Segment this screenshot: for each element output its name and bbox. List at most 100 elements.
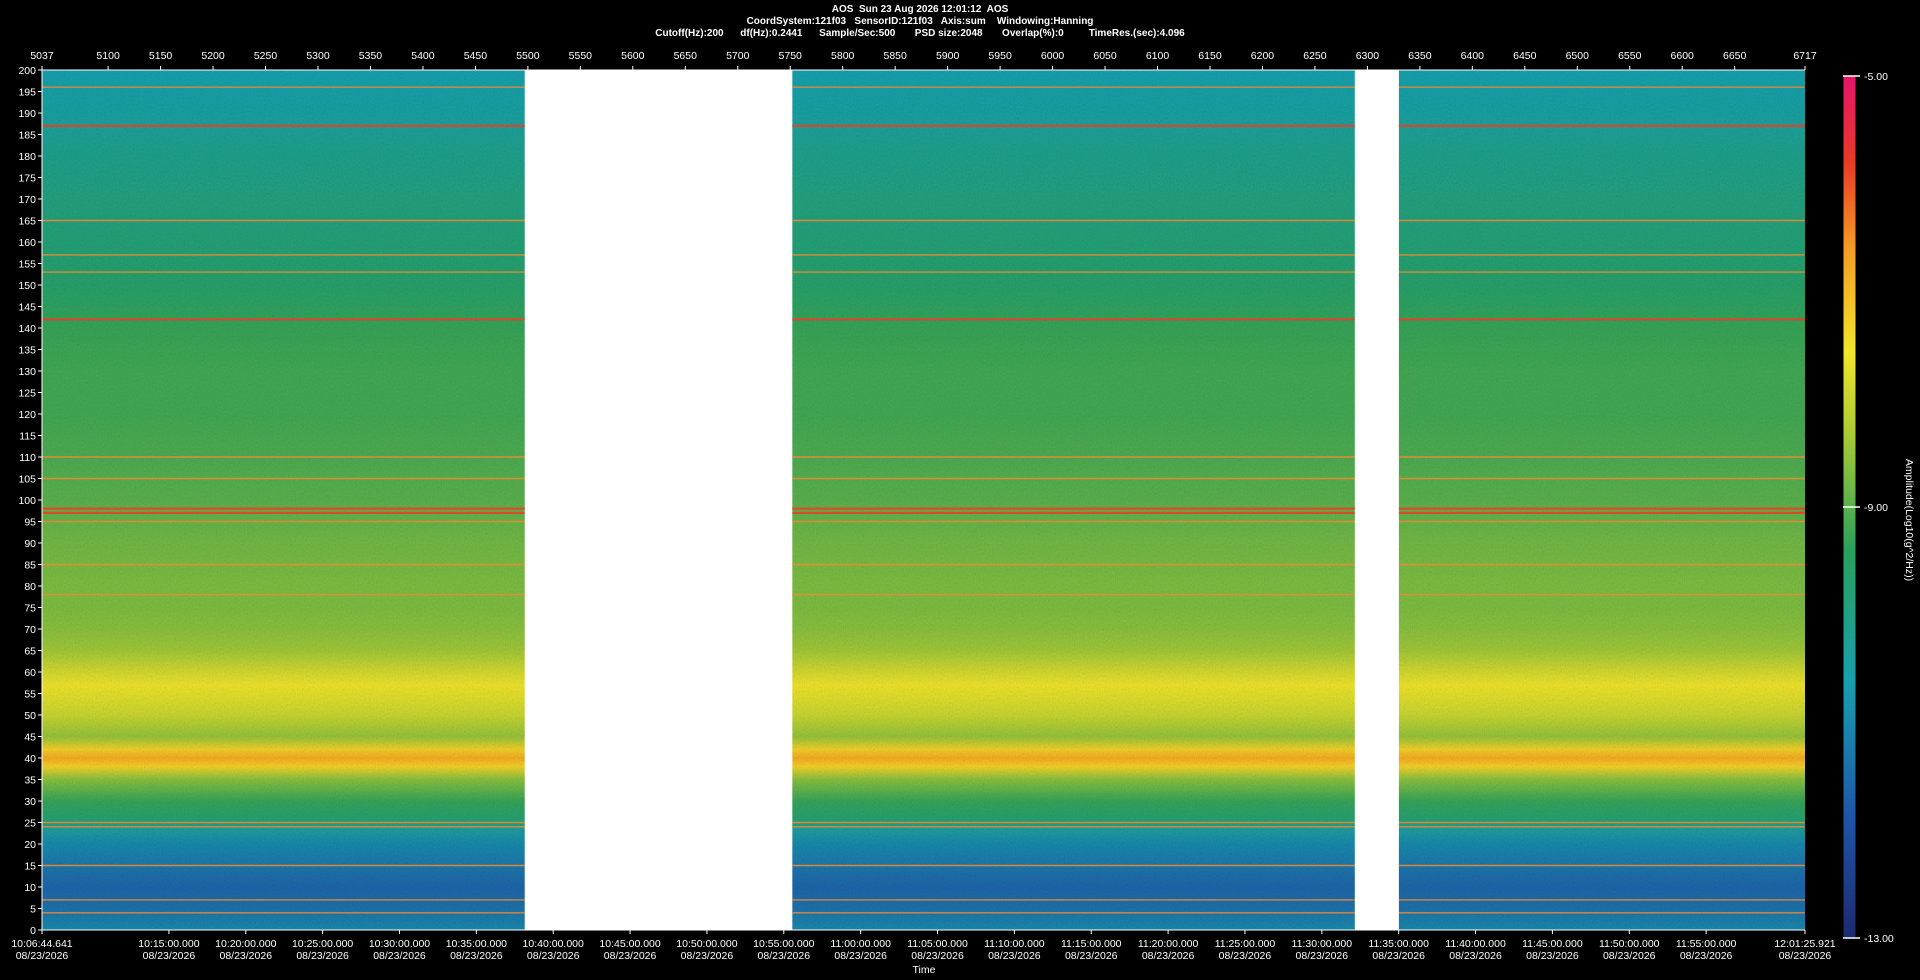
top-tick-label: 6150 bbox=[1198, 50, 1222, 62]
y-tick-label: 0 bbox=[30, 925, 36, 937]
top-tick-label: 5100 bbox=[96, 50, 120, 62]
x-tick-time-label: 10:30:00.000 bbox=[369, 938, 430, 950]
spectrogram-chart: 0 5 10 15 20 25 30 35 40 45 50 55 60 65 70 75 80 85 90 95 10… bbox=[11, 50, 1915, 976]
x-tick-date-label: 08/23/2026 bbox=[373, 950, 426, 962]
y-tick-label: 175 bbox=[18, 173, 36, 185]
top-tick-label: 5700 bbox=[726, 50, 750, 62]
x-tick-time-label: 10:40:00.000 bbox=[523, 938, 584, 950]
top-tick-label: 6500 bbox=[1566, 50, 1590, 62]
colorbar-tick-label: -5.00 bbox=[1864, 71, 1888, 83]
x-tick-time-label: 11:15:00.000 bbox=[1061, 938, 1122, 950]
x-tick-date-label: 08/23/2026 bbox=[219, 950, 272, 962]
top-tick-label: 5950 bbox=[988, 50, 1012, 62]
y-tick-label: 150 bbox=[18, 280, 36, 292]
x-tick-time-label: 10:25:00.000 bbox=[292, 938, 353, 950]
x-tick-time-label: 11:25:00.000 bbox=[1215, 938, 1276, 950]
data-segment-1 bbox=[42, 70, 525, 930]
x-tick-time-label: 11:30:00.000 bbox=[1292, 938, 1353, 950]
x-tick-time-label: 11:05:00.000 bbox=[907, 938, 968, 950]
top-axis: 5037 5100 5150 5200 5250 5300 5350 5400 5450 5500… bbox=[30, 50, 1817, 71]
top-tick-label: 6600 bbox=[1671, 50, 1695, 62]
top-tick-label: 5650 bbox=[674, 50, 698, 62]
top-tick-label: 6250 bbox=[1303, 50, 1327, 62]
y-tick-label: 105 bbox=[18, 474, 36, 486]
y-tick-label: 120 bbox=[18, 409, 36, 421]
x-tick-date-label: 08/23/2026 bbox=[604, 950, 657, 962]
y-tick-label: 125 bbox=[18, 388, 36, 400]
y-tick-label: 115 bbox=[19, 431, 36, 443]
top-tick-label: 5750 bbox=[779, 50, 803, 62]
y-tick-label: 50 bbox=[24, 710, 36, 722]
top-tick-label: 6050 bbox=[1093, 50, 1117, 62]
y-tick-label: 65 bbox=[24, 646, 36, 658]
y-tick-label: 75 bbox=[24, 603, 36, 615]
x-tick-date-label: 08/23/2026 bbox=[1603, 950, 1656, 962]
y-tick-label: 5 bbox=[30, 904, 36, 916]
y-tick-label: 90 bbox=[24, 538, 36, 550]
x-axis-label: Time bbox=[913, 964, 936, 976]
top-tick-label: 6000 bbox=[1041, 50, 1065, 62]
y-tick-label: 10 bbox=[24, 882, 36, 894]
top-tick-label: 5150 bbox=[149, 50, 173, 62]
x-tick-time-label: 11:55:00.000 bbox=[1676, 938, 1737, 950]
top-tick-label: 5450 bbox=[464, 50, 488, 62]
top-tick-label: 5037 bbox=[30, 50, 54, 62]
x-tick-date-label: 08/23/2026 bbox=[1449, 950, 1502, 962]
y-tick-label: 170 bbox=[18, 194, 36, 206]
x-tick-time-label: 10:55:00.000 bbox=[753, 938, 814, 950]
top-tick-label: 5200 bbox=[201, 50, 225, 62]
x-tick-date-label: 08/23/2026 bbox=[988, 950, 1041, 962]
x-tick-time-label: 11:50:00.000 bbox=[1599, 938, 1660, 950]
y-tick-label: 100 bbox=[18, 495, 36, 507]
x-tick-date-label: 08/23/2026 bbox=[296, 950, 349, 962]
y-tick-label: 180 bbox=[18, 151, 36, 163]
x-tick-time-label: 10:50:00.000 bbox=[676, 938, 737, 950]
x-tick-date-label: 08/23/2026 bbox=[911, 950, 964, 962]
x-tick-date-label: 08/23/2026 bbox=[527, 950, 580, 962]
y-tick-label: 30 bbox=[24, 796, 36, 808]
top-tick-label: 5400 bbox=[411, 50, 435, 62]
spectrogram-area bbox=[42, 70, 1805, 930]
x-tick-time-label: 10:20:00.000 bbox=[215, 938, 276, 950]
x-tick-time-label: 11:20:00.000 bbox=[1138, 938, 1199, 950]
y-tick-label: 200 bbox=[18, 65, 36, 77]
top-tick-label: 5800 bbox=[831, 50, 855, 62]
x-tick-time-label: 11:35:00.000 bbox=[1368, 938, 1429, 950]
y-tick-label: 60 bbox=[24, 667, 36, 679]
top-tick-label: 6300 bbox=[1356, 50, 1380, 62]
y-tick-label: 155 bbox=[18, 259, 36, 271]
x-tick-time-label: 10:15:00.000 bbox=[138, 938, 199, 950]
top-tick-label: 5900 bbox=[936, 50, 960, 62]
top-tick-label: 6550 bbox=[1618, 50, 1642, 62]
y-tick-label: 20 bbox=[24, 839, 36, 851]
x-tick-time-label: 10:45:00.000 bbox=[599, 938, 660, 950]
x-axis: 10:06:44.64108/23/202610:15:00.00008/23/… bbox=[11, 929, 1836, 962]
data-segment-3 bbox=[1398, 70, 1805, 930]
y-tick-label: 160 bbox=[18, 237, 36, 249]
y-tick-label: 110 bbox=[19, 452, 36, 464]
top-tick-label: 5600 bbox=[621, 50, 645, 62]
y-tick-label: 145 bbox=[18, 302, 36, 314]
x-tick-date-label: 08/23/2026 bbox=[1372, 950, 1425, 962]
x-tick-date-label: 08/23/2026 bbox=[1142, 950, 1195, 962]
x-tick-time-label: 11:40:00.000 bbox=[1445, 938, 1506, 950]
x-tick-date-label: 08/23/2026 bbox=[1680, 950, 1733, 962]
x-tick-date-label: 08/23/2026 bbox=[16, 950, 69, 962]
top-tick-label: 5500 bbox=[516, 50, 540, 62]
top-tick-label: 5250 bbox=[254, 50, 278, 62]
top-tick-label: 6350 bbox=[1408, 50, 1432, 62]
data-segment-2 bbox=[792, 70, 1355, 930]
y-tick-label: 190 bbox=[18, 108, 36, 120]
y-tick-label: 35 bbox=[24, 775, 36, 787]
colorbar-tick-label: -9.00 bbox=[1864, 502, 1888, 514]
top-tick-label: 6400 bbox=[1461, 50, 1485, 62]
y-tick-label: 195 bbox=[18, 87, 36, 99]
top-tick-label: 5350 bbox=[359, 50, 383, 62]
x-tick-time-label: 12:01:25.921 bbox=[1774, 938, 1835, 950]
y-tick-label: 15 bbox=[24, 861, 36, 873]
top-tick-label: 5850 bbox=[883, 50, 907, 62]
x-tick-date-label: 08/23/2026 bbox=[450, 950, 503, 962]
top-tick-label: 6650 bbox=[1723, 50, 1747, 62]
x-tick-date-label: 08/23/2026 bbox=[1779, 950, 1832, 962]
y-tick-label: 140 bbox=[18, 323, 36, 335]
